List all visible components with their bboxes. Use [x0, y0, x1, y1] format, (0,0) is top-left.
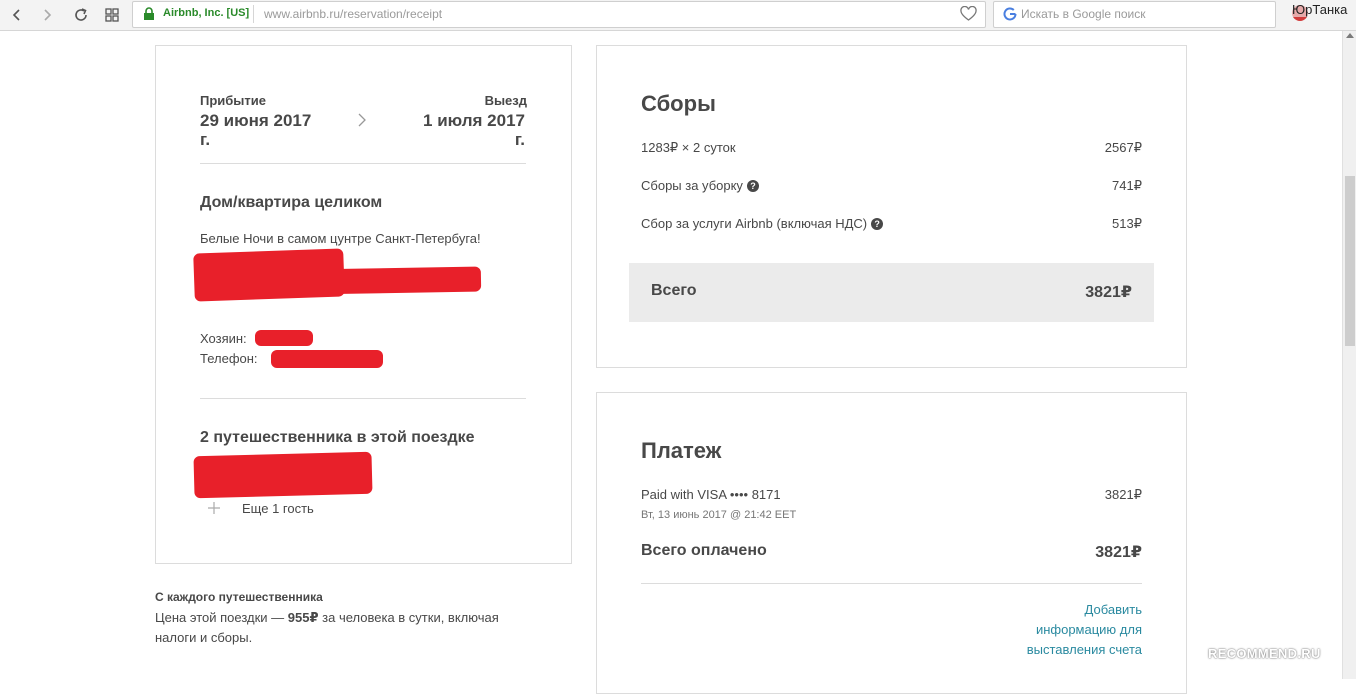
back-icon: [12, 9, 20, 21]
fee-row-value: 741₽: [1112, 178, 1142, 193]
reservation-card: Прибытие 29 июня 2017 г. Выезд 1 июля 20…: [155, 45, 572, 564]
payment-method-amount: 3821₽: [1104, 487, 1142, 502]
service-fee-label: Сбор за услуги Airbnb (включая НДС): [641, 216, 868, 231]
per-traveler-note: С каждого путешественника Цена этой поез…: [155, 590, 555, 648]
billing-link-line3: выставления счета: [1026, 642, 1142, 657]
per-traveler-text-after: за человека в сутки, включая: [318, 610, 499, 625]
forward-icon: [44, 9, 52, 21]
redaction-mark: [271, 350, 383, 368]
listing-type: Дом/квартира целиком: [200, 194, 383, 211]
redaction-mark: [193, 451, 373, 499]
browser-toolbar: Airbnb, Inc. [US] www.airbnb.ru/reservat…: [0, 0, 1356, 31]
chevron-right-icon: [358, 113, 366, 127]
fees-card: Сборы 1283₽ × 2 суток 2567₽ Сборы за убо…: [596, 45, 1187, 368]
divider: [200, 163, 526, 164]
scroll-thumb[interactable]: [1345, 176, 1355, 346]
plus-icon: [208, 502, 220, 514]
checkin-date-line2: г.: [200, 130, 211, 149]
reload-button[interactable]: [70, 4, 92, 26]
fee-row-value: 513₽: [1112, 216, 1142, 231]
payment-method: Paid with VISA •••• 8171: [641, 487, 781, 502]
checkin-label: Прибытие: [200, 93, 266, 108]
host-label: Хозяин:: [200, 331, 247, 346]
redaction-mark: [255, 330, 313, 346]
listing-title[interactable]: Белые Ночи в самом цунтре Санкт-Петербуг…: [200, 231, 481, 246]
forward-button[interactable]: [36, 4, 58, 26]
checkout-date: 1 июля 2017 г.: [423, 111, 525, 149]
billing-link-line1: Добавить: [1084, 602, 1142, 617]
per-traveler-title: С каждого путешественника: [155, 590, 323, 604]
help-icon[interactable]: ?: [871, 218, 884, 230]
help-icon[interactable]: ?: [746, 180, 759, 192]
site-identity: Airbnb, Inc. [US]: [163, 7, 250, 19]
checkin-date-line1: 29 июня 2017: [200, 111, 312, 130]
fee-row-label: 1283₽ × 2 суток: [641, 140, 736, 155]
checkin-date: 29 июня 2017 г.: [200, 111, 311, 149]
extra-guest-label: Еще 1 гость: [242, 501, 314, 516]
divider: [641, 583, 1142, 584]
reload-icon: [75, 8, 87, 21]
lock-icon: [144, 7, 154, 20]
payment-total-label: Всего оплачено: [641, 542, 767, 559]
per-traveler-text-before: Цена этой поездки —: [155, 610, 288, 625]
address-bar[interactable]: Airbnb, Inc. [US] www.airbnb.ru/reservat…: [132, 1, 986, 28]
divider: [200, 398, 526, 399]
url-separator: [253, 5, 254, 23]
grid-icon: [105, 8, 119, 22]
fee-row-label: Сбор за услуги Airbnb (включая НДС)?: [641, 216, 884, 231]
per-traveler-price: 955₽: [287, 610, 319, 625]
google-icon: [1003, 7, 1017, 21]
search-box[interactable]: Искать в Google поиск: [993, 1, 1276, 28]
profile-name[interactable]: ЮрТанка: [1292, 2, 1348, 17]
back-button[interactable]: [6, 4, 28, 26]
payment-timestamp: Вт, 13 июнь 2017 @ 21:42 EET: [641, 509, 797, 521]
payment-card: Платеж Paid with VISA •••• 8171 3821₽ Вт…: [596, 392, 1187, 694]
phone-label: Телефон:: [200, 351, 258, 366]
fees-total-label: Всего: [651, 282, 697, 299]
url-text[interactable]: www.airbnb.ru/reservation/receipt: [264, 7, 442, 21]
search-placeholder: Искать в Google поиск: [1021, 7, 1146, 21]
fees-total-value: 3821₽: [1085, 284, 1132, 301]
fee-row-label: Сборы за уборку?: [641, 178, 759, 193]
fee-row-value: 2567₽: [1104, 140, 1142, 155]
recommend-watermark: RECOMMEND.RU: [1208, 646, 1321, 661]
redaction-mark: [305, 266, 482, 295]
heart-icon[interactable]: [960, 6, 977, 22]
guests-heading: 2 путешественника в этой поездке: [200, 429, 475, 446]
fees-title: Сборы: [641, 91, 716, 116]
checkout-date-line1: 1 июля 2017: [423, 111, 525, 130]
payment-title: Платеж: [641, 438, 722, 463]
checkout-label: Выезд: [484, 93, 527, 108]
per-traveler-text: Цена этой поездки — 955₽ за человека в с…: [155, 608, 555, 648]
cleaning-fee-label: Сборы за уборку: [641, 178, 743, 193]
per-traveler-text-line2: налоги и сборы.: [155, 630, 253, 645]
billing-link-line2: информацию для: [1035, 622, 1142, 637]
speed-dial-button[interactable]: [101, 4, 123, 26]
add-billing-info-link[interactable]: Добавить информацию для выставления счет…: [1027, 600, 1142, 660]
scroll-up-arrow-icon[interactable]: [1346, 33, 1354, 38]
payment-total-value: 3821₽: [1095, 544, 1142, 561]
page-scrollbar[interactable]: [1342, 31, 1356, 679]
fees-total-bar: Всего 3821₽: [629, 263, 1154, 322]
checkout-date-line2: г.: [514, 130, 525, 149]
